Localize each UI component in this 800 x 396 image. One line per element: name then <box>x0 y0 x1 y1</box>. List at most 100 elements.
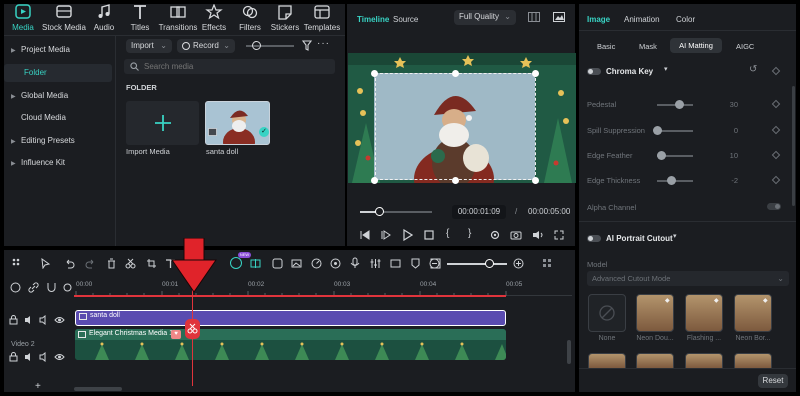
chroma-key-toggle[interactable] <box>587 68 601 75</box>
undo-icon[interactable] <box>64 258 75 269</box>
more-options-icon[interactable]: ··· <box>317 38 330 49</box>
slider-knob[interactable] <box>653 126 662 135</box>
selection-frame[interactable] <box>375 73 536 180</box>
volume-icon[interactable] <box>24 352 34 362</box>
preset-row2-3[interactable] <box>685 353 723 369</box>
track-settings-icon[interactable] <box>62 282 73 293</box>
slider-knob[interactable] <box>656 151 666 160</box>
mark-in-icon[interactable]: { <box>446 228 449 239</box>
toolbar-stock-media[interactable]: Stock Media <box>41 4 87 32</box>
toolbar-stickers[interactable]: Stickers <box>266 4 304 32</box>
model-select[interactable]: Advanced Cutout Mode ⌄ <box>587 271 789 286</box>
toolbar-media[interactable]: Media <box>4 4 42 32</box>
tab-source[interactable]: Source <box>393 15 418 24</box>
chevron-down-icon[interactable]: ▾ <box>673 232 677 240</box>
layout-icon[interactable] <box>12 258 23 269</box>
subtab-aigc[interactable]: AIGC <box>736 42 754 51</box>
santa-doll-clip-thumbnail[interactable]: ✓ <box>205 101 270 145</box>
tab-animation[interactable]: Animation <box>624 15 660 24</box>
select-tool-icon[interactable] <box>40 258 51 269</box>
preview-scrubber[interactable] <box>360 207 432 216</box>
selection-handle[interactable] <box>532 177 539 184</box>
sidebar-item-global-media[interactable]: ▶ Global Media <box>4 87 112 105</box>
sidebar-item-project-media[interactable]: ▶ Project Media <box>4 41 112 59</box>
inspector-scrollbar[interactable] <box>792 86 795 206</box>
marker-icon[interactable] <box>410 258 421 269</box>
lock-icon[interactable] <box>9 352 18 362</box>
fullscreen-icon[interactable] <box>554 230 564 240</box>
slider-knob[interactable] <box>252 41 261 50</box>
play-icon[interactable] <box>403 229 413 241</box>
slider-value[interactable]: 0 <box>718 126 738 135</box>
selection-handle[interactable] <box>452 177 459 184</box>
selection-handle[interactable] <box>371 177 378 184</box>
preset-row2-2[interactable] <box>636 353 674 369</box>
import-media-tile[interactable] <box>126 101 199 145</box>
toolbar-effects[interactable]: Effects <box>195 4 233 32</box>
subtab-ai-matting[interactable]: AI Matting <box>670 38 722 53</box>
sidebar-item-editing-presets[interactable]: ▶ Editing Presets <box>4 132 112 150</box>
sidebar-item-cloud-media[interactable]: Cloud Media <box>4 109 112 127</box>
slider-knob[interactable] <box>674 100 684 109</box>
timeline-ruler[interactable] <box>74 279 572 296</box>
play-reverse-icon[interactable] <box>381 230 391 240</box>
preset-row2-4[interactable] <box>734 353 772 369</box>
subtab-mask[interactable]: Mask <box>639 42 657 51</box>
delete-icon[interactable] <box>106 258 117 269</box>
volume-icon[interactable] <box>24 315 34 325</box>
render-icon[interactable] <box>390 258 401 269</box>
grid-view-icon[interactable] <box>528 12 540 22</box>
alpha-channel-toggle[interactable] <box>767 203 781 210</box>
add-track-icon[interactable] <box>10 282 21 293</box>
search-input[interactable] <box>144 60 324 73</box>
chevron-down-icon[interactable]: ▾ <box>664 65 668 73</box>
thumbnail-size-slider[interactable] <box>246 41 294 50</box>
selection-handle[interactable] <box>452 70 459 77</box>
crop-icon[interactable] <box>146 258 157 269</box>
clip-santa-doll[interactable]: santa doll <box>75 310 506 326</box>
link-icon[interactable] <box>28 282 39 293</box>
microphone-icon[interactable] <box>350 257 360 269</box>
zoom-in-icon[interactable] <box>513 258 524 269</box>
quality-select[interactable]: Full Quality ⌄ <box>454 10 516 25</box>
redo-icon[interactable] <box>85 258 96 269</box>
selection-handle[interactable] <box>532 70 539 77</box>
subtab-basic[interactable]: Basic <box>597 42 615 51</box>
sidebar-item-influence-kit[interactable]: ▶ Influence Kit <box>4 154 112 172</box>
add-track-plus-icon[interactable]: + <box>35 382 41 392</box>
reset-icon[interactable]: ↺ <box>749 64 757 75</box>
stop-icon[interactable] <box>424 230 434 240</box>
zoom-slider[interactable] <box>447 259 507 268</box>
zoom-knob[interactable] <box>485 259 494 268</box>
slider-value[interactable]: 30 <box>718 100 738 109</box>
sidebar-item-folder[interactable]: Folder <box>4 64 112 82</box>
lock-icon[interactable] <box>9 315 18 325</box>
mute-icon[interactable] <box>39 352 49 362</box>
eye-icon[interactable] <box>54 353 65 361</box>
record-button[interactable]: Record ⌄ <box>177 39 235 53</box>
settings-icon[interactable] <box>489 229 501 241</box>
slider-value[interactable]: 10 <box>718 151 738 160</box>
volume-icon[interactable] <box>532 230 544 240</box>
toolbar-titles[interactable]: Titles <box>121 4 159 32</box>
work-area-bar[interactable] <box>74 295 506 297</box>
filter-icon[interactable] <box>302 40 312 51</box>
reset-button[interactable]: Reset <box>758 374 788 388</box>
import-button[interactable]: Import ⌄ <box>126 39 172 53</box>
step-back-icon[interactable] <box>360 230 370 240</box>
speed-icon[interactable] <box>311 258 322 269</box>
toolbar-filters[interactable]: Filters <box>231 4 269 32</box>
slider-track[interactable] <box>657 130 693 132</box>
toolbar-transitions[interactable]: Transitions <box>157 4 199 32</box>
tab-color[interactable]: Color <box>676 15 695 24</box>
camera-icon[interactable] <box>510 230 522 240</box>
toolbar-templates[interactable]: Templates <box>301 4 343 32</box>
clip-elegant-christmas[interactable]: Elegant Christmas Media 12 ♥ <box>75 329 506 360</box>
playhead-split-handle[interactable] <box>185 319 200 339</box>
preset-row2-1[interactable] <box>588 353 626 369</box>
sticker-tool-icon[interactable] <box>272 258 283 269</box>
more-options-icon[interactable] <box>542 258 553 269</box>
tab-timeline[interactable]: Timeline <box>357 15 389 24</box>
magnet-icon[interactable] <box>46 282 57 293</box>
ai-tool-icon[interactable] <box>230 257 242 269</box>
